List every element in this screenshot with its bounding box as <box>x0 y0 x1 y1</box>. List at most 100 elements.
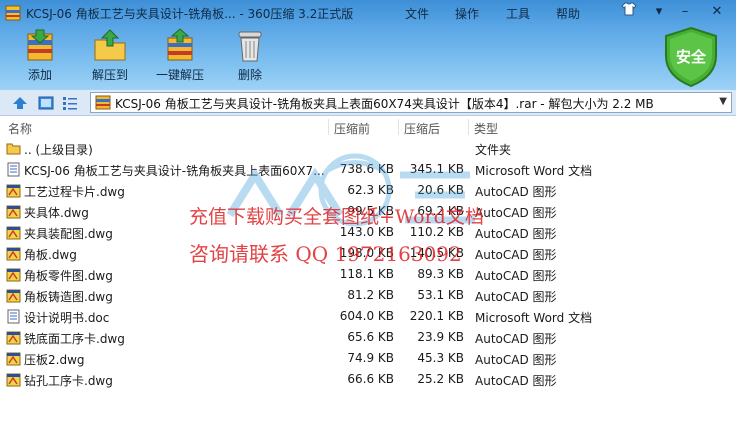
menu-tools[interactable]: 工具 <box>506 5 530 22</box>
one-click-extract-label: 一键解压 <box>155 68 204 82</box>
original-size: 66.6 KB <box>347 372 394 386</box>
delete-label: 删除 <box>237 68 262 82</box>
original-size: 74.9 KB <box>347 351 394 365</box>
column-type[interactable]: 类型 <box>474 120 498 137</box>
add-archive-icon <box>27 29 53 61</box>
thumbnail-view-icon[interactable] <box>38 95 54 111</box>
file-name: .. (上级目录) <box>24 143 93 157</box>
trash-icon <box>238 31 262 62</box>
dwg-icon <box>6 352 21 366</box>
extract-folder-icon <box>94 29 126 61</box>
original-size-cell: 118.1 KB <box>332 264 394 285</box>
menu-help[interactable]: 帮助 <box>556 5 580 22</box>
file-name: 夹具装配图.dwg <box>24 227 113 241</box>
one-click-extract-button[interactable]: 一键解压 <box>150 28 210 86</box>
shirt-icon <box>621 2 637 16</box>
minimize-icon[interactable]: – <box>674 2 696 22</box>
window-title: KCSJ-06 角板工艺与夹具设计-铣角板... - 360压缩 3.2正式版 <box>26 7 354 21</box>
dwg-icon <box>6 205 21 219</box>
file-type: AutoCAD 图形 <box>475 374 557 388</box>
app-icon <box>5 5 21 21</box>
compressed-size-cell: 220.1 KB <box>400 306 464 327</box>
dwg-icon <box>6 247 21 261</box>
file-name: 钻孔工序卡.dwg <box>24 374 113 388</box>
address-row: KCSJ-06 角板工艺与夹具设计-铣角板夹具上表面60X74夹具设计【版本4】… <box>0 90 736 116</box>
compressed-size: 23.9 KB <box>417 330 464 344</box>
compressed-size-cell: 23.9 KB <box>400 327 464 348</box>
original-size-cell: 604.0 KB <box>332 306 394 327</box>
skin-icon[interactable] <box>618 2 640 22</box>
title-and-toolbar: KCSJ-06 角板工艺与夹具设计-铣角板... - 360压缩 3.2正式版 … <box>0 0 736 90</box>
file-name: 压板2.dwg <box>24 353 85 367</box>
list-item[interactable]: 铣底面工序卡.dwg 65.6 KB 23.9 KB AutoCAD 图形 <box>0 327 736 348</box>
compressed-size: 89.3 KB <box>417 267 464 281</box>
dwg-icon <box>6 289 21 303</box>
column-divider[interactable] <box>328 119 329 135</box>
file-type: AutoCAD 图形 <box>475 290 557 304</box>
up-arrow-icon[interactable] <box>12 95 28 111</box>
address-dropdown-icon[interactable]: ▼ <box>719 96 727 107</box>
file-type: AutoCAD 图形 <box>475 269 557 283</box>
file-name: 铣底面工序卡.dwg <box>24 332 125 346</box>
original-size-cell: 81.2 KB <box>332 285 394 306</box>
dwg-icon <box>6 268 21 282</box>
menu-dropdown-icon[interactable]: ▾ <box>648 2 670 22</box>
list-view-icon[interactable] <box>62 95 78 111</box>
list-item[interactable]: 角板零件图.dwg 118.1 KB 89.3 KB AutoCAD 图形 <box>0 264 736 285</box>
file-name: 设计说明书.doc <box>24 311 110 325</box>
folder-icon <box>6 143 21 155</box>
original-size: 81.2 KB <box>347 288 394 302</box>
close-icon[interactable]: ✕ <box>706 2 728 22</box>
security-button[interactable]: 安全 <box>662 26 720 88</box>
list-item[interactable]: 钻孔工序卡.dwg 66.6 KB 25.2 KB AutoCAD 图形 <box>0 369 736 390</box>
address-text: KCSJ-06 角板工艺与夹具设计-铣角板夹具上表面60X74夹具设计【版本4】… <box>115 97 654 111</box>
file-name: 角板.dwg <box>24 248 77 262</box>
compressed-size: 53.1 KB <box>417 288 464 302</box>
file-type: Microsoft Word 文档 <box>475 311 593 325</box>
original-size: 604.0 KB <box>339 309 394 323</box>
menu-file[interactable]: 文件 <box>405 5 429 22</box>
column-divider[interactable] <box>398 119 399 135</box>
file-name: 角板零件图.dwg <box>24 269 113 283</box>
column-name[interactable]: 名称 <box>8 120 32 137</box>
list-header: 名称 压缩前 压缩后 类型 <box>0 117 736 137</box>
compressed-size-cell: 25.2 KB <box>400 369 464 390</box>
original-size: 65.6 KB <box>347 330 394 344</box>
add-button[interactable]: 添加 <box>10 28 70 86</box>
original-size: 118.1 KB <box>339 267 394 281</box>
title-bar: KCSJ-06 角板工艺与夹具设计-铣角板... - 360压缩 3.2正式版 … <box>0 0 736 26</box>
compressed-size-cell: 45.3 KB <box>400 348 464 369</box>
original-size-cell: 66.6 KB <box>332 369 394 390</box>
dwg-icon <box>6 373 21 387</box>
extract-to-button[interactable]: 解压到 <box>80 28 140 86</box>
column-divider[interactable] <box>468 119 469 135</box>
compressed-size: 220.1 KB <box>409 309 464 323</box>
menu-operate[interactable]: 操作 <box>455 5 479 22</box>
watermark-line-2: 咨询请联系 QQ 1972163092 <box>189 242 462 266</box>
file-name: 夹具体.dwg <box>24 206 89 220</box>
dwg-icon <box>6 331 21 345</box>
list-item[interactable]: 压板2.dwg 74.9 KB 45.3 KB AutoCAD 图形 <box>0 348 736 369</box>
file-name: 角板铸造图.dwg <box>24 290 113 304</box>
doc-icon <box>7 309 20 324</box>
delete-button[interactable]: 删除 <box>220 28 280 86</box>
original-size-cell: 74.9 KB <box>332 348 394 369</box>
compressed-size-cell: 89.3 KB <box>400 264 464 285</box>
list-item[interactable]: 设计说明书.doc 604.0 KB 220.1 KB Microsoft Word … <box>0 306 736 327</box>
security-label: 安全 <box>675 48 706 66</box>
list-item[interactable]: 角板铸造图.dwg 81.2 KB 53.1 KB AutoCAD 图形 <box>0 285 736 306</box>
watermark-logo <box>226 153 475 227</box>
one-click-extract-icon <box>167 28 193 61</box>
compressed-size-cell: 53.1 KB <box>400 285 464 306</box>
file-type: AutoCAD 图形 <box>475 332 557 346</box>
file-name: 工艺过程卡片.dwg <box>24 185 125 199</box>
column-original-size[interactable]: 压缩前 <box>334 120 370 137</box>
original-size-cell: 65.6 KB <box>332 327 394 348</box>
add-label: 添加 <box>27 68 52 82</box>
archive-icon <box>95 95 111 110</box>
address-bar[interactable]: KCSJ-06 角板工艺与夹具设计-铣角板夹具上表面60X74夹具设计【版本4】… <box>90 92 732 113</box>
column-compressed-size[interactable]: 压缩后 <box>404 120 440 137</box>
dwg-icon <box>6 226 21 240</box>
file-type: AutoCAD 图形 <box>475 353 557 367</box>
watermark-line-1: 充值下载购买全套图纸+Word文档 <box>189 206 484 228</box>
